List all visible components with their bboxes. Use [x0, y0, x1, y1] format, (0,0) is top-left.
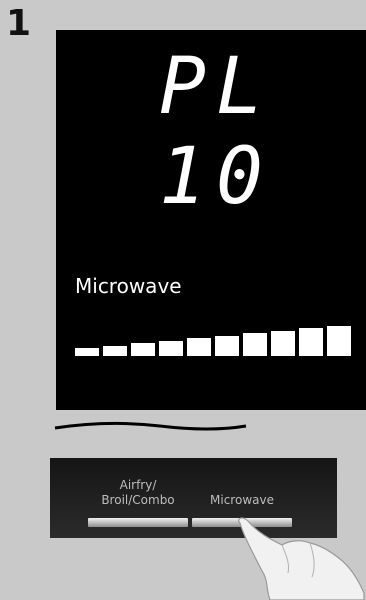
airfry-broil-combo-button[interactable]: [88, 518, 188, 527]
power-level-bar: [75, 348, 99, 356]
power-level-bar: [299, 328, 323, 356]
microwave-label: Microwave: [210, 493, 274, 507]
control-display: PL 10 Microwave: [56, 30, 366, 410]
step-number: 1: [6, 3, 32, 44]
power-level-bar: [271, 330, 295, 356]
power-level-bar: [159, 340, 183, 356]
pointing-hand-icon: [238, 517, 365, 600]
power-level-indicator: [56, 30, 366, 410]
power-level-bar: [131, 343, 155, 356]
power-level-bar: [187, 338, 211, 356]
power-level-bar: [103, 345, 127, 356]
airfry-broil-combo-label: Airfry/ Broil/Combo: [101, 478, 175, 507]
power-level-bar: [215, 335, 239, 356]
power-level-bar: [243, 333, 267, 356]
section-divider: [54, 421, 247, 431]
power-level-bar: [327, 325, 351, 356]
